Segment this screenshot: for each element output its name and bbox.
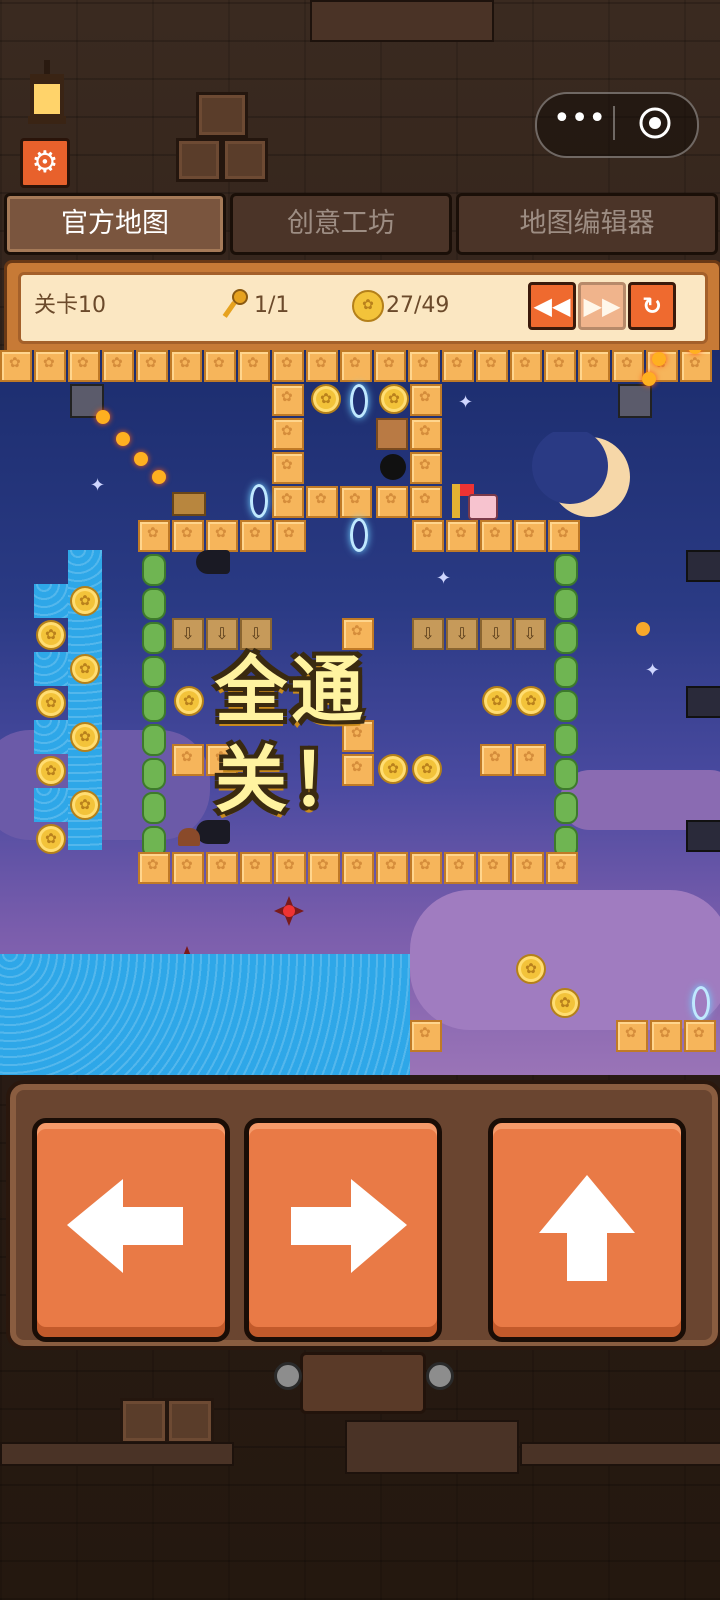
more-dots-icon[interactable]: ••• — [553, 104, 606, 142]
star-decoration: ✦ — [458, 392, 474, 413]
rewind-button[interactable]: ◀◀ — [528, 282, 576, 330]
tab-official-map[interactable]: 官方地图 — [4, 193, 226, 255]
block — [514, 744, 546, 776]
coin-count: 27/49 — [386, 293, 450, 318]
block — [650, 1020, 682, 1052]
tab-label: 官方地图 — [61, 208, 169, 239]
coin: ✿ — [36, 756, 66, 786]
left-arrow-icon — [67, 1179, 183, 1273]
coin: ✿ — [36, 620, 66, 650]
background-crate — [196, 92, 248, 138]
target-circle-icon[interactable] — [638, 106, 672, 140]
coin: ✿ — [516, 954, 546, 984]
water-tile — [34, 652, 68, 686]
spike-hazard-icon — [274, 896, 304, 926]
portal — [350, 518, 368, 552]
all-clear-banner: 全通关！ — [215, 648, 368, 822]
star-decoration: ✦ — [436, 568, 452, 589]
fast-forward-button[interactable]: ▶▶ — [578, 282, 626, 330]
fireball — [152, 470, 166, 484]
capsule-divider — [613, 106, 615, 140]
coin: ✿ — [70, 790, 100, 820]
panel-knob — [426, 1362, 454, 1390]
tab-label: 创意工坊 — [287, 208, 395, 239]
coin: ✿ — [70, 586, 100, 616]
cannon-block — [618, 384, 652, 418]
coin: ✿ — [36, 688, 66, 718]
fireball — [96, 410, 110, 424]
move-right-button[interactable] — [244, 1118, 442, 1342]
coin: ✿ — [550, 988, 580, 1018]
block — [480, 744, 512, 776]
coin: ✿ — [311, 384, 341, 414]
fast-forward-icon: ▶▶ — [583, 292, 621, 320]
bullet-enemy — [196, 550, 230, 574]
coin: ✿ — [516, 686, 546, 716]
move-left-button[interactable] — [32, 1118, 230, 1342]
right-arrow-icon — [291, 1179, 407, 1273]
tab-label: 地图编辑器 — [519, 208, 655, 239]
player-cat — [468, 494, 498, 520]
background-shelf — [310, 0, 494, 42]
fireball — [116, 432, 130, 446]
tab-map-editor[interactable]: 地图编辑器 — [456, 193, 718, 255]
fireball — [134, 452, 148, 466]
background-crate — [120, 1398, 168, 1444]
coin: ✿ — [36, 824, 66, 854]
background-shelf — [345, 1420, 519, 1474]
star-decoration: ✦ — [645, 660, 661, 681]
wood-crate — [376, 418, 408, 450]
paw-coin-icon: ✿ — [352, 290, 384, 322]
background-crate — [222, 138, 268, 182]
portal — [250, 484, 268, 518]
bomb-icon — [380, 454, 406, 480]
moon-decoration — [532, 432, 630, 517]
wall-cannon — [686, 820, 720, 852]
key-icon — [222, 289, 248, 318]
lantern-icon — [28, 60, 66, 124]
fireball — [652, 352, 666, 366]
block — [616, 1020, 648, 1052]
panel-knob — [274, 1362, 302, 1390]
coin: ✿ — [379, 384, 409, 414]
wall-cannon — [686, 686, 720, 718]
star-decoration: ✦ — [90, 475, 106, 496]
restart-button[interactable]: ↻ — [628, 282, 676, 330]
water-tile — [34, 584, 68, 618]
water-tile — [34, 720, 68, 754]
wall-cannon — [686, 550, 720, 582]
block — [410, 1020, 442, 1052]
block — [172, 744, 204, 776]
block — [684, 1020, 716, 1052]
gear-icon: ⚙ — [31, 145, 59, 180]
background-crate — [166, 1398, 214, 1444]
water-tile — [34, 788, 68, 822]
rewind-icon: ◀◀ — [533, 292, 571, 320]
water-pool — [0, 954, 410, 1075]
background-crate — [176, 138, 222, 182]
wooden-sign — [172, 492, 206, 516]
coin: ✿ — [174, 686, 204, 716]
up-arrow-icon — [539, 1175, 635, 1281]
flag-pole — [452, 484, 460, 518]
background-shelf — [520, 1442, 720, 1466]
portal — [692, 986, 710, 1020]
level-label: 关卡10 — [34, 293, 106, 318]
coin: ✿ — [70, 654, 100, 684]
background-shelf — [0, 1442, 234, 1466]
coin: ✿ — [412, 754, 442, 784]
restart-icon: ↻ — [641, 292, 663, 320]
cat-emblem-plate — [300, 1352, 426, 1414]
portal — [350, 384, 368, 418]
jump-button[interactable] — [488, 1118, 686, 1342]
coin: ✿ — [70, 722, 100, 752]
mushroom-enemy — [178, 828, 200, 846]
coin: ✿ — [378, 754, 408, 784]
key-count: 1/1 — [254, 293, 290, 318]
tab-creative-workshop[interactable]: 创意工坊 — [230, 193, 452, 255]
settings-button[interactable]: ⚙ — [20, 138, 70, 188]
fireball — [642, 372, 656, 386]
fireball — [636, 622, 650, 636]
